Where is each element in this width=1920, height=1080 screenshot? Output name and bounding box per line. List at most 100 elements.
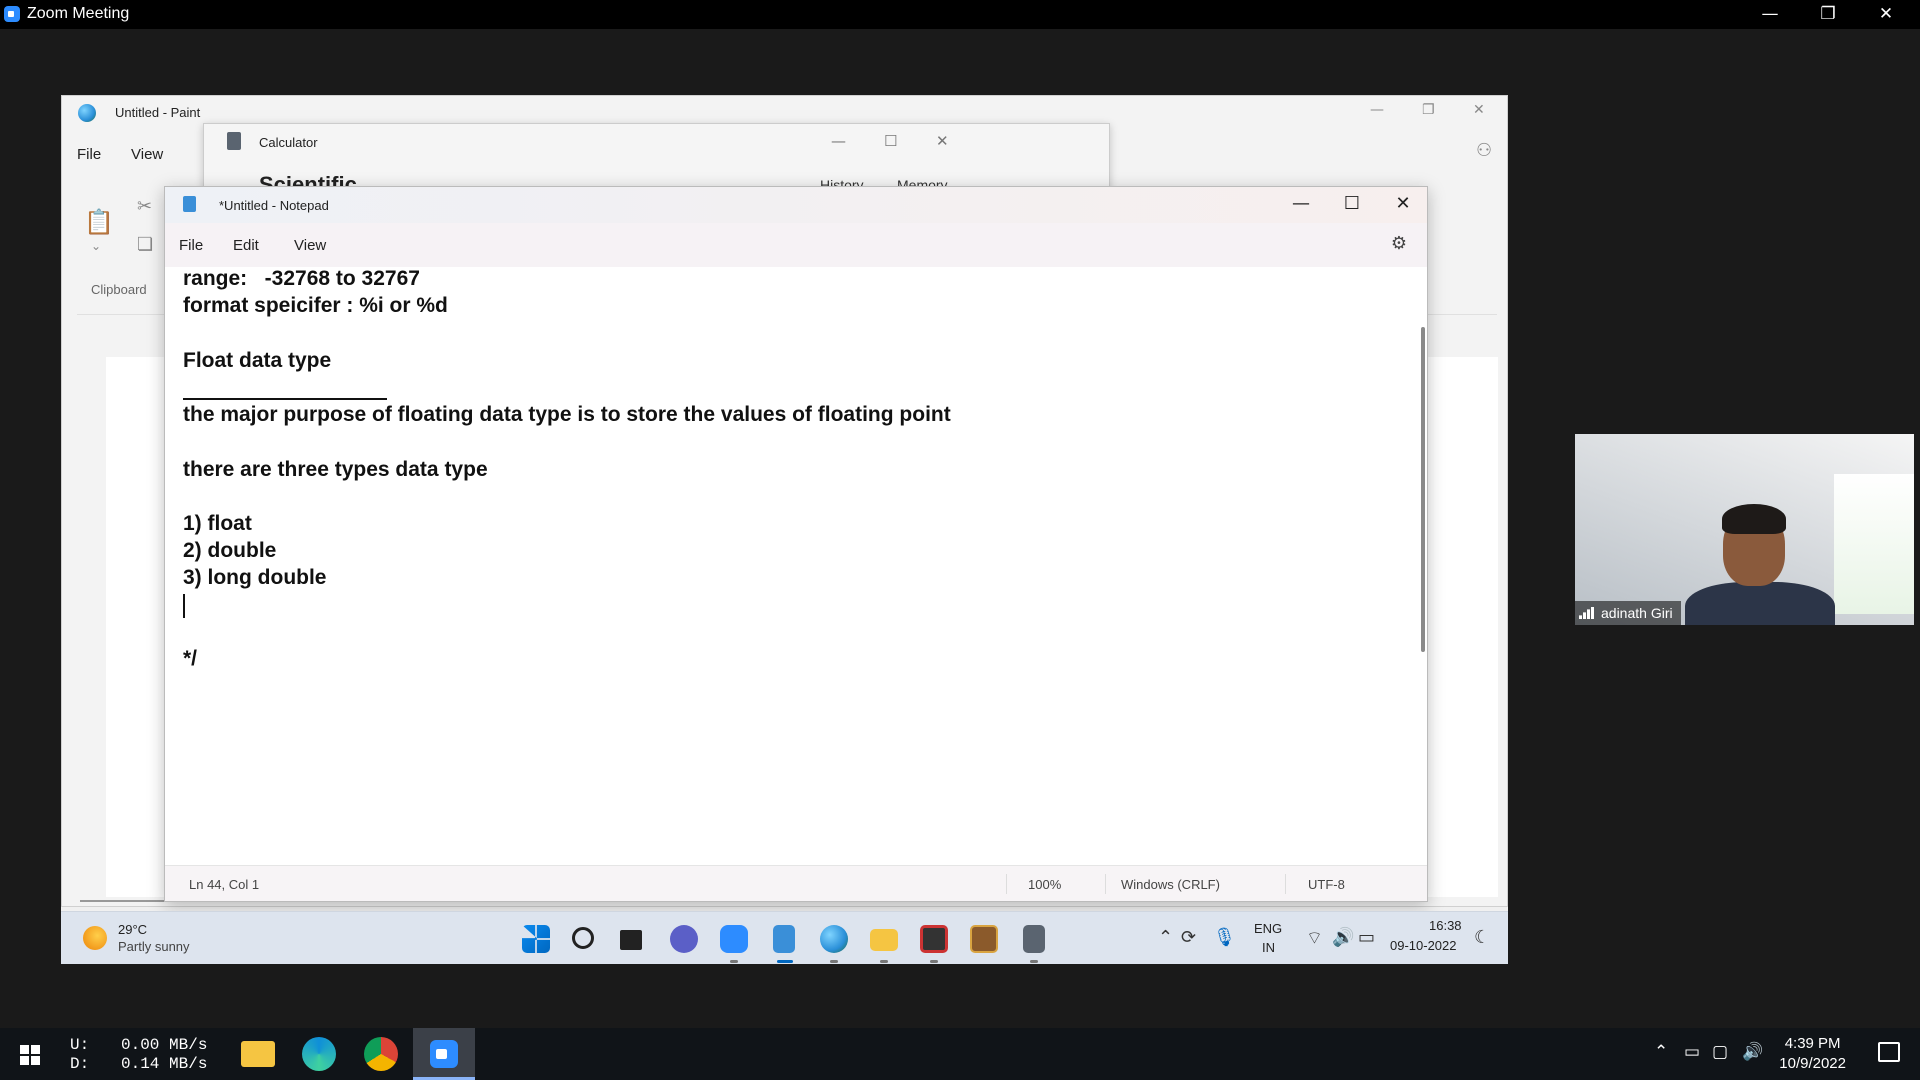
editor-line: 3) long double — [183, 566, 327, 589]
language-bottom[interactable]: IN — [1262, 940, 1275, 955]
settings-gear-icon[interactable]: ⚙ — [1391, 233, 1407, 254]
paste-icon[interactable]: 📋 — [84, 208, 114, 236]
editor-line: 1) float — [183, 512, 252, 535]
zoom-taskbar-button[interactable] — [413, 1028, 475, 1080]
upload-speed: 0.00 MB/s — [121, 1036, 208, 1054]
restore-button[interactable]: ❐ — [1799, 0, 1857, 29]
status-divider — [1006, 874, 1007, 894]
paint-share-icon[interactable]: ⚇ — [1476, 140, 1492, 161]
participant-nameplate: adinath Giri — [1575, 601, 1681, 625]
running-indicator — [930, 960, 938, 963]
windows-start-icon[interactable] — [20, 1045, 40, 1065]
calculator-title: Calculator — [259, 135, 318, 150]
task-view-icon[interactable] — [620, 930, 642, 950]
local-clock[interactable]: 4:39 PM 10/9/2022 — [1779, 1034, 1846, 1074]
focus-moon-icon[interactable]: ☾ — [1474, 927, 1490, 948]
notepad-taskbar-icon[interactable] — [773, 925, 795, 953]
zoom-taskbar-icon[interactable] — [720, 925, 748, 953]
notepad-minimize-icon[interactable]: — — [1281, 193, 1321, 214]
running-indicator — [1030, 960, 1038, 963]
file-explorer-icon[interactable] — [241, 1041, 275, 1067]
active-indicator — [777, 960, 793, 963]
copy-icon[interactable]: ❏ — [137, 234, 153, 255]
minimize-button[interactable]: — — [1741, 0, 1799, 29]
teams-chat-icon[interactable] — [670, 925, 698, 953]
wifi-icon[interactable]: ⌔ — [1306, 927, 1323, 950]
notepad-menubar: File Edit View ⚙ — [165, 223, 1427, 267]
editor-line: Float data type — [183, 349, 332, 372]
close-button[interactable]: ✕ — [1857, 0, 1915, 29]
language-top[interactable]: ENG — [1254, 921, 1282, 936]
signal-bars-icon — [1579, 607, 1595, 619]
running-indicator — [880, 960, 888, 963]
remote-clock-time[interactable]: 16:38 — [1429, 918, 1462, 933]
editor-line: format speicifer : %i or %d — [183, 294, 448, 317]
shared-screen: Untitled - Paint — ❐ ✕ File View ⚇ 📋 ✂ ❏… — [61, 95, 1508, 964]
battery-icon[interactable]: ▭ — [1358, 927, 1375, 948]
paint-taskbar-icon[interactable] — [820, 925, 848, 953]
network-icon[interactable]: ▢ — [1712, 1042, 1728, 1062]
sync-icon[interactable]: ⟳ — [1181, 927, 1196, 948]
weather-sun-icon[interactable] — [83, 926, 107, 950]
zoom-app-icon — [4, 6, 20, 22]
notepad-menu-file[interactable]: File — [179, 237, 203, 254]
notepad-close-icon[interactable]: ✕ — [1383, 193, 1423, 214]
calculator-taskbar-icon[interactable] — [1023, 925, 1045, 953]
notification-center-icon[interactable] — [1878, 1042, 1900, 1062]
paint-menu-file[interactable]: File — [77, 146, 101, 163]
paint-menu-view[interactable]: View — [131, 146, 163, 163]
notepad-editor[interactable]: range: -32768 to 32767 format speicifer … — [165, 267, 1409, 858]
weather-description[interactable]: Partly sunny — [118, 939, 190, 954]
status-divider — [1105, 874, 1106, 894]
calculator-minimize-icon[interactable]: — — [831, 132, 846, 150]
show-hidden-icons-chevron[interactable]: ⌃ — [1158, 927, 1173, 948]
paint-title: Untitled - Paint — [115, 105, 201, 120]
zoom-icon — [430, 1040, 458, 1068]
calculator-close-icon[interactable]: ✕ — [936, 132, 949, 150]
notepad-menu-view[interactable]: View — [294, 237, 326, 254]
video-window-light — [1834, 474, 1914, 614]
cursor-position: Ln 44, Col 1 — [189, 877, 260, 892]
show-hidden-icons-chevron[interactable]: ⌃ — [1654, 1042, 1668, 1062]
paint-minimize-icon[interactable]: — — [1370, 102, 1384, 118]
text-caret — [183, 594, 185, 618]
file-explorer-icon[interactable] — [870, 929, 898, 951]
winrar-icon[interactable] — [970, 925, 998, 953]
media-app-icon[interactable] — [920, 925, 948, 953]
remote-clock-date[interactable]: 09-10-2022 — [1390, 938, 1457, 953]
editor-line: 2) double — [183, 539, 277, 562]
notepad-title: *Untitled - Notepad — [219, 198, 329, 213]
editor-line: there are three types data type — [183, 458, 488, 481]
volume-icon[interactable]: 🔊 — [1742, 1042, 1763, 1062]
paint-restore-icon[interactable]: ❐ — [1422, 102, 1435, 118]
chrome-browser-icon[interactable] — [364, 1037, 398, 1071]
search-icon[interactable] — [572, 927, 594, 949]
zoom-window-title: Zoom Meeting — [27, 5, 130, 22]
edge-browser-icon[interactable] — [302, 1037, 336, 1071]
microphone-icon[interactable]: 🎙 — [1213, 927, 1236, 948]
cut-icon[interactable]: ✂ — [137, 196, 152, 217]
remote-taskbar: 29°C Partly sunny ⌃ ⟳ 🎙 ENG IN ⌔ 🔊 ▭ 16:… — [61, 911, 1508, 964]
battery-icon[interactable]: ▭ — [1684, 1042, 1700, 1062]
notepad-statusbar: Ln 44, Col 1 100% Windows (CRLF) UTF-8 — [165, 865, 1427, 901]
volume-icon[interactable]: 🔊 — [1332, 927, 1354, 948]
windows-start-icon[interactable] — [522, 925, 550, 953]
download-speed: 0.14 MB/s — [121, 1055, 208, 1073]
participant-hair — [1722, 504, 1786, 534]
notepad-maximize-icon[interactable]: ☐ — [1332, 193, 1372, 214]
editor-line: the major purpose of floating data type … — [183, 403, 951, 426]
paint-close-icon[interactable]: ✕ — [1473, 102, 1485, 118]
text-underline — [183, 398, 387, 400]
calculator-maximize-icon[interactable]: ☐ — [884, 132, 897, 150]
encoding: UTF-8 — [1308, 877, 1345, 892]
notepad-vertical-scrollbar[interactable] — [1421, 327, 1425, 652]
local-taskbar: U: 0.00 MB/s D: 0.14 MB/s ⌃ ▭ ▢ 🔊 4:39 P… — [0, 1028, 1920, 1080]
participant-body — [1685, 582, 1835, 625]
zoom-level: 100% — [1028, 877, 1062, 892]
upload-label: U: — [70, 1036, 90, 1054]
notepad-menu-edit[interactable]: Edit — [233, 237, 259, 254]
clipboard-label: Clipboard — [91, 282, 147, 297]
weather-temperature[interactable]: 29°C — [118, 922, 147, 937]
participant-video[interactable]: adinath Giri — [1575, 434, 1914, 625]
paste-dropdown-icon[interactable]: ⌄ — [91, 239, 101, 253]
